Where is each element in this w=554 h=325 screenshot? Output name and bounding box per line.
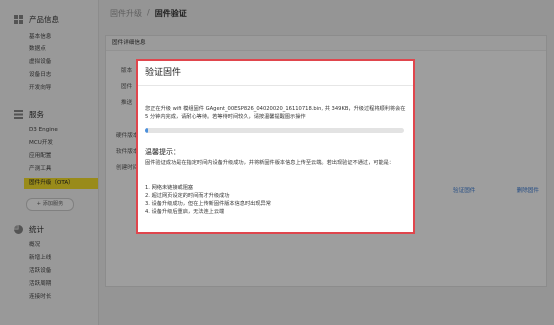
dialog-message: 您正在升级 wifi 模组固件 GAgent_00ESP826_04020020… — [145, 106, 406, 121]
upgrade-progress-fill — [145, 128, 148, 133]
reasons-list: 1. 网络未链接或阻塞 2. 超过网页设定的时间而才升级成功 3. 设备升级成功… — [145, 184, 271, 216]
reason-item: 4. 设备升级后重启，无法连上云端 — [145, 209, 225, 216]
reason-item: 2. 超过网页设定的时间而才升级成功 — [145, 193, 230, 200]
reason-item: 3. 设备升级成功，但在上传新固件版本信息时出现异常 — [145, 201, 271, 208]
tips-title: 温馨提示： — [145, 148, 180, 156]
dialog-title: 验证固件 — [138, 61, 413, 86]
verify-firmware-dialog: 验证固件 您正在升级 wifi 模组固件 GAgent_00ESP826_040… — [136, 59, 415, 234]
reason-item: 1. 网络未链接或阻塞 — [145, 185, 194, 191]
tips-text: 固件验证成功是在指定时间内设备升级成功，并将新固件版本信息上传至云端。若出现验证… — [145, 160, 395, 166]
upgrade-progress-bar — [145, 128, 404, 133]
